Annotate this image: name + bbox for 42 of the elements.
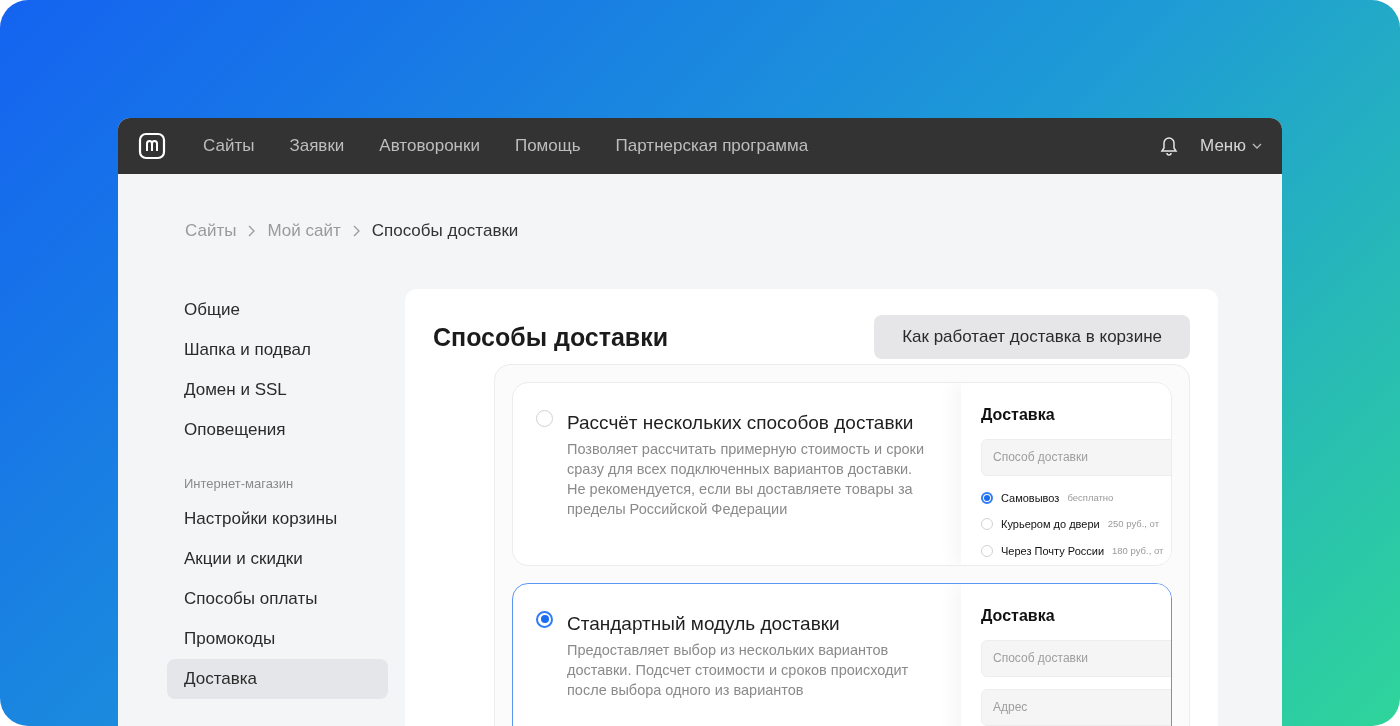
option-card[interactable]: [512, 381, 1172, 566]
page-title: Способы доставки: [433, 321, 669, 353]
choice-label: Курьером до двери: [1001, 517, 1100, 532]
nav-link[interactable]: Партнерская программа: [615, 133, 809, 159]
option-description: Позволяет рассчитать примерную стоимость и сроки сразу для всех подключенных вариантов доставки. Не рекомендуется, если вы доставляете товары за пределы Российской Федерации: [567, 440, 925, 519]
sidebar-item[interactable]: Шапка и подвал: [167, 329, 388, 370]
preview-title: Доставка: [981, 605, 1056, 626]
option-title: Рассчёт нескольких способов доставки: [567, 410, 915, 435]
chevron-down-icon: [1252, 143, 1262, 149]
help-button[interactable]: Как работает доставка в корзине: [874, 314, 1190, 359]
section-heading: Интернет-магазин: [183, 474, 295, 493]
option-card[interactable]: Стандартный модуль доставки Предоставляет выбор из нескольких вариантов доставки. Подсчет стоимости и сроков происходит после выбора одного из вариантов Доставка Способ доставки Адрес: [512, 582, 1172, 726]
choice-price: бесплатно: [1067, 490, 1114, 505]
choice-price: 180 руб., от: [1112, 543, 1164, 558]
sidebar-item[interactable]: Оповещения: [167, 409, 388, 450]
option-description: Предоставляет выбор из нескольких вариантов доставки. Подсчет стоимости и сроков происходит после выбора одного из вариантов: [567, 641, 910, 700]
sidebar-item[interactable]: Домен и SSL: [167, 369, 388, 410]
sidebar-item[interactable]: Общие: [167, 289, 388, 330]
sidebar-item[interactable]: Способы оплаты: [167, 579, 388, 619]
nav-link[interactable]: Заявки: [289, 133, 345, 159]
choice-label: Через Почту России: [1001, 543, 1105, 559]
chevron-right-icon: [352, 224, 360, 237]
sidebar-item[interactable]: Настройки корзины: [167, 499, 388, 539]
logo-icon[interactable]: [138, 132, 166, 160]
nav-link[interactable]: Автоворонки: [379, 133, 480, 159]
option-title: Стандартный модуль доставки: [567, 611, 841, 636]
radio-button[interactable]: [536, 610, 553, 628]
input-field[interactable]: Способ доставки: [981, 639, 1171, 677]
input-field[interactable]: Адрес: [981, 688, 1171, 726]
nav-link[interactable]: Сайты: [203, 133, 255, 159]
radio-button[interactable]: [981, 491, 993, 504]
choice-label: Самовывоз: [1001, 490, 1060, 506]
sidebar-item[interactable]: Доставка: [167, 659, 388, 699]
menu-button[interactable]: Меню: [1200, 133, 1262, 159]
bell-icon[interactable]: [1160, 136, 1179, 156]
preview-title: Доставка: [981, 404, 1056, 425]
sidebar-item[interactable]: Акции и скидки: [167, 539, 388, 579]
nav-link[interactable]: Помощь: [514, 133, 581, 159]
input-field[interactable]: Способ доставки: [981, 438, 1171, 476]
choice-price: 250 руб., от: [1107, 517, 1160, 532]
chevron-right-icon: [248, 224, 256, 237]
sidebar-item[interactable]: Промокоды: [167, 619, 388, 659]
